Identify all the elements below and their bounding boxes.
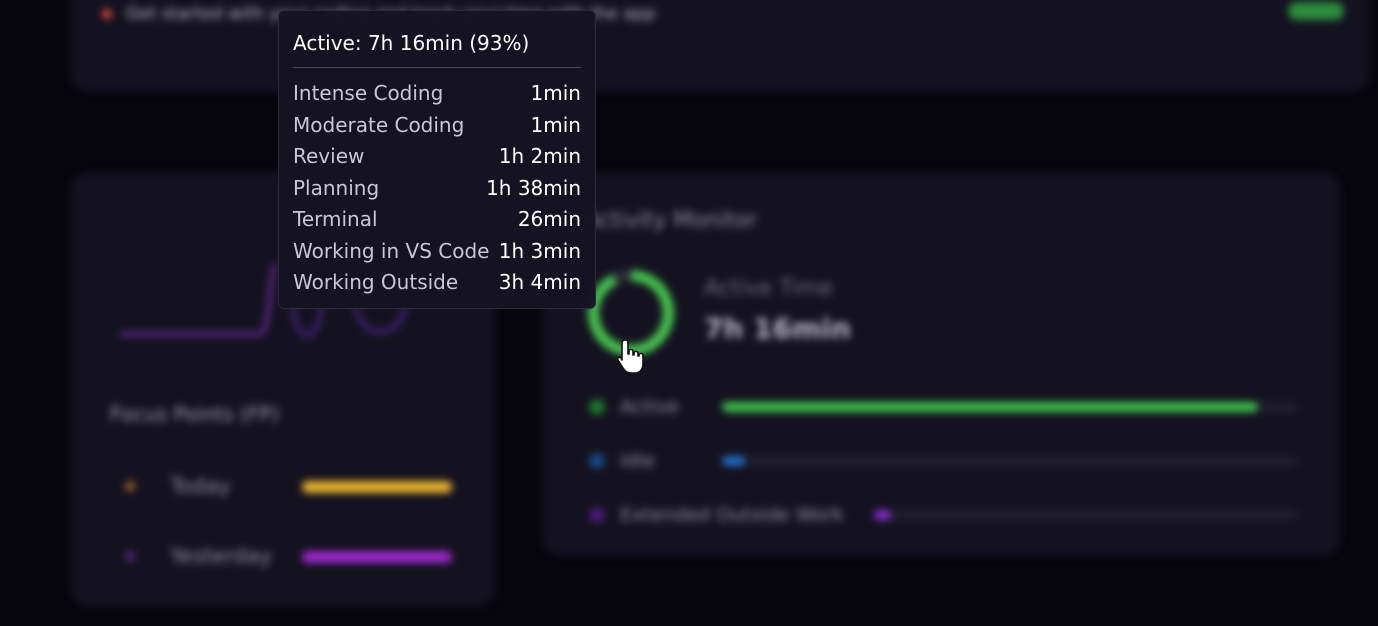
tooltip-row-name: Moderate Coding <box>293 112 465 137</box>
activity-monitor-title: Activity Monitor <box>584 208 757 233</box>
fp-bar-today <box>302 481 452 493</box>
tooltip-row-value: 1h 2min <box>498 144 581 168</box>
tooltip-row-value: 1min <box>530 112 581 137</box>
tooltip-row-name: Review <box>293 144 365 168</box>
tooltip-row: Planning 1h 38min <box>293 173 581 205</box>
legend-row-active: Active <box>590 394 1300 420</box>
active-time-label: Active Time <box>704 276 833 301</box>
tooltip-header: Active: 7h 16min (93%) <box>293 31 530 55</box>
tooltip-row-name: Working Outside <box>293 270 459 294</box>
tooltip-row-value: 1h 3min <box>498 238 581 263</box>
fp-row-yesterday: ★ Yesterday <box>122 542 462 572</box>
tooltip-row: Working Outside 3h 4min <box>293 267 581 299</box>
focus-points-title: Focus Points (FP) <box>110 402 280 426</box>
tooltip-row-value: 1h 38min <box>486 175 581 200</box>
tooltip-row-name: Terminal <box>293 207 378 231</box>
fp-bar-yesterday <box>302 551 452 563</box>
tooltip-row: Terminal 26min <box>293 204 581 236</box>
tooltip-row: Intense Coding 1min <box>293 78 581 110</box>
legend-row-idle: Idle <box>590 448 1300 474</box>
legend-fill-idle <box>722 456 746 466</box>
legend-track-active <box>722 402 1298 412</box>
tooltip-row: Working in VS Code 1h 3min <box>293 236 581 268</box>
dashboard-background: Get started with your coding and track y… <box>0 0 1378 626</box>
status-dot-icon <box>102 9 112 19</box>
hand-pointer-cursor-icon <box>616 339 644 374</box>
tooltip-row-name: Working in VS Code <box>293 238 490 263</box>
active-time-value: 7h 16min <box>704 312 851 345</box>
star-icon: ★ <box>122 546 139 567</box>
legend-track-idle <box>722 456 1298 466</box>
fp-row-today: ★ Today <box>122 472 462 502</box>
legend-row-extended: Extended Outside Work <box>590 502 1300 528</box>
legend-swatch-extended <box>590 508 604 522</box>
top-card: Get started with your coding and track y… <box>70 0 1370 92</box>
activity-monitor-card: Activity Monitor Active Time 7h 16min Ac… <box>542 172 1340 556</box>
legend-label-idle: Idle <box>620 450 655 472</box>
legend-swatch-idle <box>590 454 604 468</box>
tooltip-row-name: Intense Coding <box>293 81 444 105</box>
legend-swatch-active <box>590 400 604 414</box>
tooltip-row: Moderate Coding 1min <box>293 110 581 142</box>
legend-fill-extended <box>874 510 891 520</box>
tooltip-row-value: 1min <box>530 81 581 105</box>
legend-label-extended: Extended Outside Work <box>620 504 844 526</box>
fp-label-today: Today <box>170 474 231 498</box>
tooltip-row-value: 26min <box>517 207 581 231</box>
legend-label-active: Active <box>620 396 679 418</box>
tooltip-row-name: Planning <box>293 175 380 200</box>
tooltip-row: Review 1h 2min <box>293 141 581 173</box>
legend-fill-active <box>722 402 1258 412</box>
tooltip-divider <box>293 67 581 68</box>
activity-tooltip: Active: 7h 16min (93%) Intense Coding 1mi… <box>278 10 596 309</box>
legend-track-extended <box>874 510 1298 520</box>
star-icon: ★ <box>122 476 139 497</box>
focus-line-yesterday <box>120 262 277 336</box>
fp-label-yesterday: Yesterday <box>170 544 272 568</box>
status-badge <box>1288 2 1344 20</box>
tooltip-row-value: 3h 4min <box>498 270 581 294</box>
